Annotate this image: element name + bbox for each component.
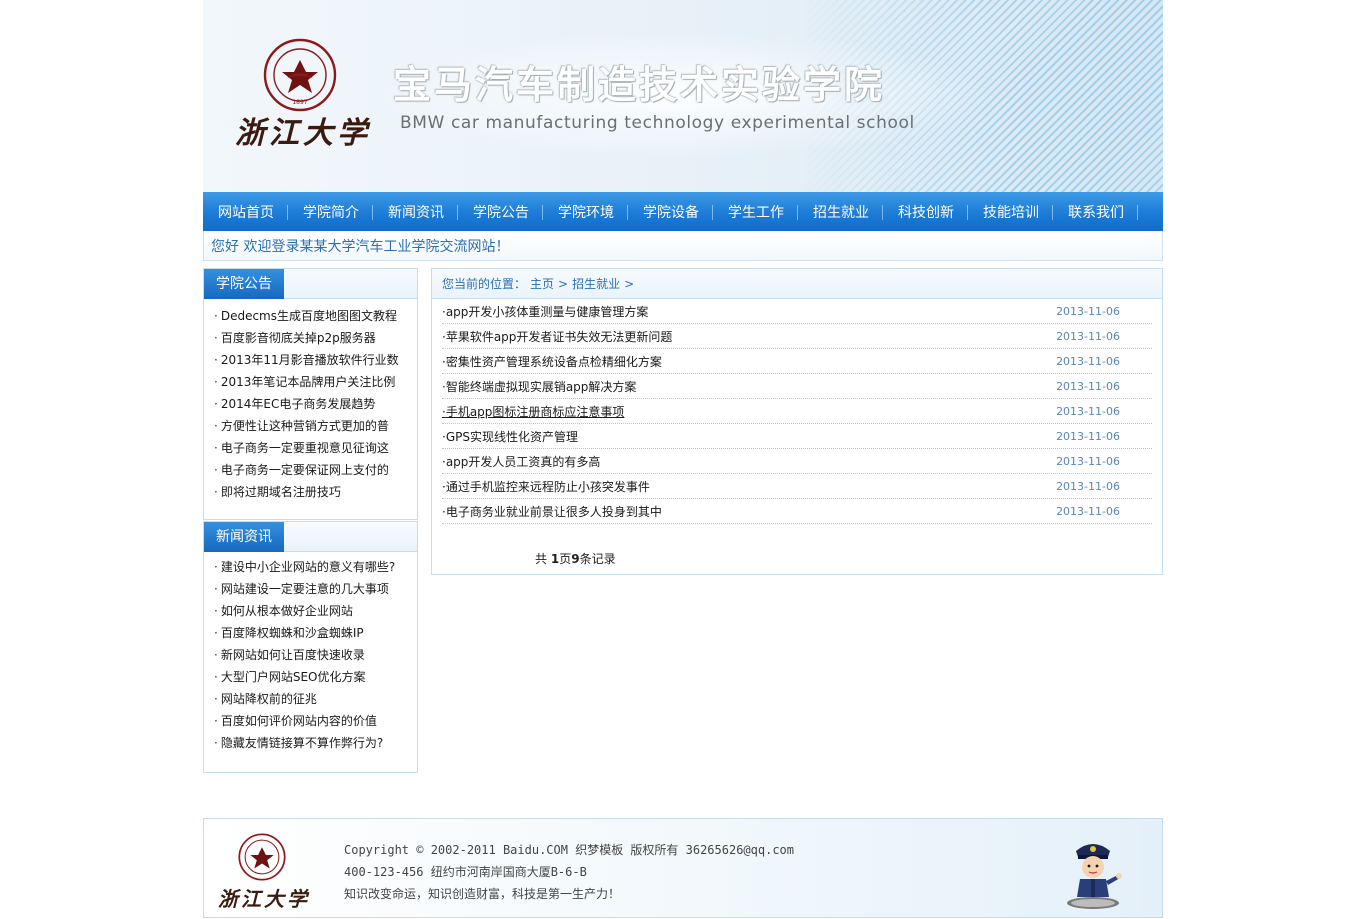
nav-item-training[interactable]: 技能培训: [968, 192, 1053, 231]
sidebar-notices-title[interactable]: 学院公告: [204, 269, 284, 299]
breadcrumb-prefix: 您当前的位置：: [442, 277, 527, 291]
breadcrumb: 您当前的位置： 主页 > 招生就业 >: [432, 269, 1162, 299]
breadcrumb-separator: >: [558, 277, 569, 291]
list-item[interactable]: · 2014年EC电子商务发展趋势: [214, 393, 404, 415]
article-row[interactable]: ·苹果软件app开发者证书失效无法更新问题 2013-11-06: [442, 324, 1152, 349]
sidebar-notices-list: · Dedecms生成百度地图图文教程 · 百度影音彻底关掉p2p服务器 · 2013…: [204, 299, 417, 503]
article-date: 2013-11-06: [1056, 305, 1120, 318]
article-date: 2013-11-06: [1056, 480, 1120, 493]
article-title[interactable]: GPS实现线性化资产管理: [446, 430, 578, 444]
article-date: 2013-11-06: [1056, 405, 1120, 418]
list-item[interactable]: · 大型门户网站SEO优化方案: [214, 666, 404, 688]
footer-address: 400-123-456 纽约市河南岸国商大厦B-6-B: [344, 865, 587, 879]
article-list: ·app开发小孩体重测量与健康管理方案 2013-11-06 ·苹果软件app开发…: [442, 299, 1152, 524]
list-item[interactable]: · 即将过期域名注册技巧: [214, 481, 404, 503]
sidebar-news-title[interactable]: 新闻资讯: [204, 522, 284, 552]
list-item[interactable]: · 电子商务一定要重视意见征询这: [214, 437, 404, 459]
breadcrumb-separator: >: [624, 277, 635, 291]
nav-item-equipment[interactable]: 学院设备: [628, 192, 713, 231]
footer-info: Copyright © 2002-2011 Baidu.COM 织梦模板 版权所…: [344, 839, 794, 905]
list-item[interactable]: · 百度如何评价网站内容的价值: [214, 710, 404, 732]
breadcrumb-home-link[interactable]: 主页: [530, 277, 554, 291]
footer-university-name: 浙江大学: [218, 887, 310, 911]
article-date: 2013-11-06: [1056, 380, 1120, 393]
list-item[interactable]: · 百度影音彻底关掉p2p服务器: [214, 327, 404, 349]
list-item[interactable]: · 如何从根本做好企业网站: [214, 600, 404, 622]
footer-seal-icon: [238, 833, 286, 881]
list-item[interactable]: · 电子商务一定要保证网上支付的: [214, 459, 404, 481]
header-banner: 1897 浙江大学 宝马汽车制造技术实验学院 BMW car manufactu…: [203, 0, 1163, 192]
list-item[interactable]: · 2013年11月影音播放软件行业数: [214, 349, 404, 371]
university-seal-icon: 1897: [263, 38, 337, 112]
article-title[interactable]: 智能终端虚拟现实展销app解决方案: [446, 380, 637, 394]
nav-item-contact[interactable]: 联系我们: [1053, 192, 1138, 231]
nav-item-student-work[interactable]: 学生工作: [713, 192, 798, 231]
nav-item-news[interactable]: 新闻资讯: [373, 192, 458, 231]
school-name-cn: 宝马汽车制造技术实验学院: [393, 63, 886, 107]
article-row[interactable]: ·密集性资产管理系统设备点检精细化方案 2013-11-06: [442, 349, 1152, 374]
sidebar-news-list: · 建设中小企业网站的意义有哪些? · 网站建设一定要注意的几大事项 · 如何从根本做…: [204, 552, 417, 754]
article-title[interactable]: 手机app图标注册商标应注意事项: [446, 405, 625, 419]
list-item[interactable]: · Dedecms生成百度地图图文教程: [214, 305, 404, 327]
footer-slogan: 知识改变命运，知识创造财富，科技是第一生产力！: [344, 887, 621, 901]
article-title[interactable]: app开发小孩体重测量与健康管理方案: [446, 305, 649, 319]
list-item[interactable]: · 建设中小企业网站的意义有哪些?: [214, 556, 404, 578]
nav-item-innovation[interactable]: 科技创新: [883, 192, 968, 231]
article-date: 2013-11-06: [1056, 355, 1120, 368]
article-title[interactable]: 通过手机监控来远程防止小孩突发事件: [446, 480, 650, 494]
list-item[interactable]: · 隐藏友情链接算不算作弊行为?: [214, 732, 404, 754]
nav-item-home[interactable]: 网站首页: [203, 192, 288, 231]
sidebar-notices-box: 学院公告 · Dedecms生成百度地图图文教程 · 百度影音彻底关掉p2p服务器 …: [203, 268, 418, 520]
list-item[interactable]: · 网站降权前的征兆: [214, 688, 404, 710]
record-count: 9: [571, 552, 580, 566]
list-item[interactable]: · 网站建设一定要注意的几大事项: [214, 578, 404, 600]
article-row[interactable]: ·智能终端虚拟现实展销app解决方案 2013-11-06: [442, 374, 1152, 399]
article-row[interactable]: ·手机app图标注册商标应注意事项 2013-11-06: [442, 399, 1152, 424]
school-name-en: BMW car manufacturing technology experim…: [400, 113, 915, 133]
list-item[interactable]: · 2013年笔记本品牌用户关注比例: [214, 371, 404, 393]
nav-item-about[interactable]: 学院简介: [288, 192, 373, 231]
university-name-logo: 浙江大学: [235, 116, 371, 151]
police-mascot-icon: [1067, 844, 1122, 909]
nav-item-notices[interactable]: 学院公告: [458, 192, 543, 231]
article-row[interactable]: ·GPS实现线性化资产管理 2013-11-06: [442, 424, 1152, 449]
page-count: 1: [550, 552, 560, 566]
article-date: 2013-11-06: [1056, 330, 1120, 343]
main-nav: 网站首页 学院简介 新闻资讯 学院公告 学院环境 学院设备 学生工作 招生就业 …: [203, 192, 1163, 231]
article-row[interactable]: ·电子商务业就业前景让很多人投身到其中 2013-11-06: [442, 499, 1152, 524]
article-title[interactable]: 电子商务业就业前景让很多人投身到其中: [446, 505, 662, 519]
footer: 浙江大学 Copyright © 2002-2011 Baidu.COM 织梦模…: [203, 818, 1163, 918]
article-date: 2013-11-06: [1056, 430, 1120, 443]
nav-item-environment[interactable]: 学院环境: [543, 192, 628, 231]
article-row[interactable]: ·通过手机监控来远程防止小孩突发事件 2013-11-06: [442, 474, 1152, 499]
footer-copyright: Copyright © 2002-2011 Baidu.COM 织梦模板 版权所…: [344, 843, 795, 857]
welcome-bar: 您好 欢迎登录某某大学汽车工业学院交流网站！: [203, 231, 1163, 261]
sidebar-news-header: 新闻资讯: [204, 522, 417, 552]
pagination-info: 共 1页9条记录: [535, 552, 616, 566]
nav-item-admissions[interactable]: 招生就业: [798, 192, 883, 231]
sidebar-news-box: 新闻资讯 · 建设中小企业网站的意义有哪些? · 网站建设一定要注意的几大事项 · 如…: [203, 521, 418, 773]
article-date: 2013-11-06: [1056, 455, 1120, 468]
list-item[interactable]: · 方便性让这种营销方式更加的普: [214, 415, 404, 437]
article-title[interactable]: 苹果软件app开发者证书失效无法更新问题: [446, 330, 673, 344]
breadcrumb-current-link[interactable]: 招生就业: [572, 277, 620, 291]
article-row[interactable]: ·app开发小孩体重测量与健康管理方案 2013-11-06: [442, 299, 1152, 324]
article-date: 2013-11-06: [1056, 505, 1120, 518]
article-title[interactable]: app开发人员工资真的有多高: [446, 455, 601, 469]
sidebar-notices-header: 学院公告: [204, 269, 417, 299]
article-title[interactable]: 密集性资产管理系统设备点检精细化方案: [446, 355, 662, 369]
svg-text:1897: 1897: [292, 99, 307, 106]
article-row[interactable]: ·app开发人员工资真的有多高 2013-11-06: [442, 449, 1152, 474]
list-item[interactable]: · 百度降权蜘蛛和沙盒蜘蛛IP: [214, 622, 404, 644]
list-item[interactable]: · 新网站如何让百度快速收录: [214, 644, 404, 666]
main-content: 您当前的位置： 主页 > 招生就业 > ·app开发小孩体重测量与健康管理方案 2013-…: [431, 268, 1163, 575]
